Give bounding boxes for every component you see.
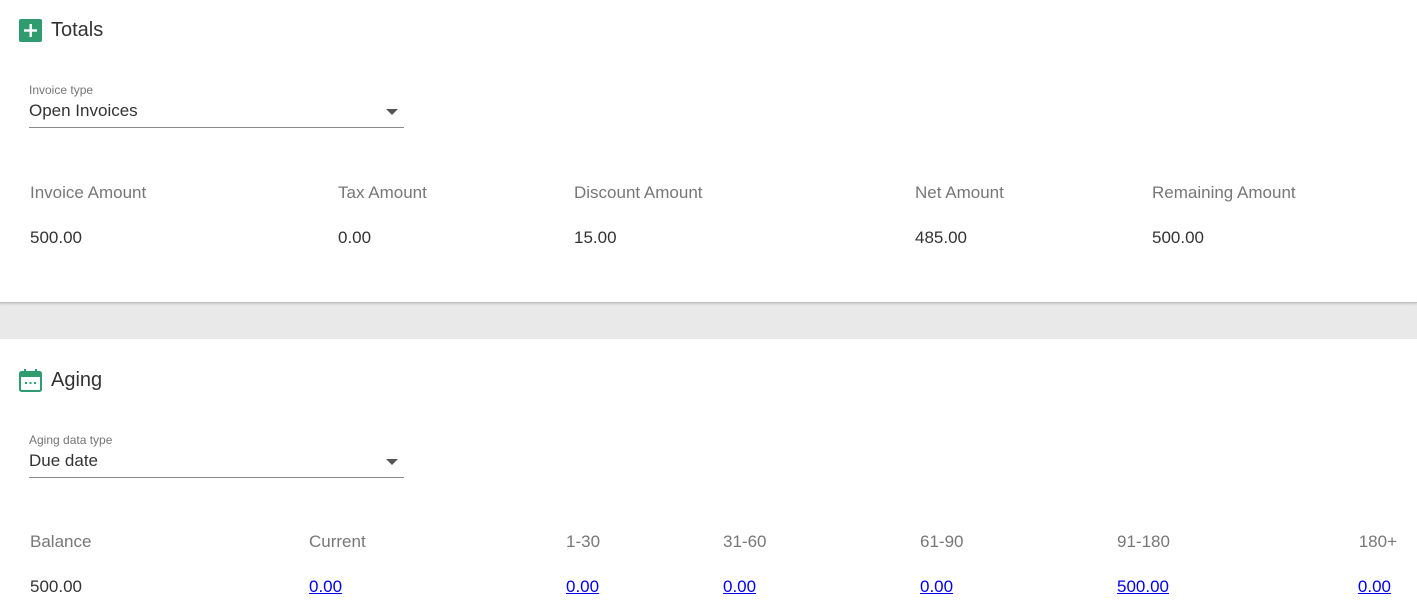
discount-amount-value: 15.00	[574, 228, 617, 247]
net-amount-value: 485.00	[915, 228, 967, 247]
aging-1-30-header: 1-30	[566, 532, 601, 551]
aging-180-plus-header: 180+	[1358, 532, 1397, 551]
current-header: Current	[309, 532, 366, 551]
invoice-amount-value: 500.00	[30, 228, 82, 247]
invoice-amount-header: Invoice Amount	[30, 183, 147, 202]
totals-title: Totals	[51, 19, 104, 41]
plus-square-icon[interactable]	[19, 18, 42, 42]
calendar-icon[interactable]	[19, 368, 42, 392]
invoice-type-value[interactable]: Open Invoices	[29, 100, 404, 127]
aging-61-90-value-link[interactable]: 0.00	[920, 577, 953, 597]
remaining-amount-header: Remaining Amount	[1152, 183, 1296, 202]
discount-amount-header: Discount Amount	[574, 183, 703, 202]
current-value-link[interactable]: 0.00	[309, 577, 342, 597]
chevron-down-icon[interactable]	[386, 109, 398, 115]
net-amount-header: Net Amount	[915, 183, 1004, 202]
aging-1-30-value-link[interactable]: 0.00	[566, 577, 599, 597]
aging-title: Aging	[51, 369, 103, 391]
aging-data-type-value[interactable]: Due date	[29, 450, 404, 477]
remaining-amount-value: 500.00	[1152, 228, 1204, 247]
invoice-type-label: Invoice type	[29, 83, 94, 97]
aging-31-60-value-link[interactable]: 0.00	[723, 577, 756, 597]
tax-amount-value: 0.00	[338, 228, 372, 247]
aging-31-60-header: 31-60	[723, 532, 767, 551]
aging-91-180-header: 91-180	[1117, 532, 1170, 551]
section-divider	[0, 303, 1417, 339]
totals-section: Totals Invoice type Open Invoices Invoic…	[0, 0, 1417, 303]
aging-61-90-header: 61-90	[920, 532, 964, 551]
aging-180-plus-value-link[interactable]: 0.00	[1358, 577, 1391, 597]
aging-91-180-value-link[interactable]: 500.00	[1117, 577, 1169, 597]
aging-data-type-select[interactable]: Aging data type Due date	[29, 433, 404, 478]
balance-value: 500.00	[30, 577, 82, 596]
aging-header[interactable]: Aging	[19, 368, 102, 392]
aging-section: Aging Aging data type Due date Balance 5…	[0, 339, 1417, 612]
aging-data-type-label: Aging data type	[29, 433, 113, 447]
chevron-down-icon[interactable]	[386, 459, 398, 465]
invoice-type-select[interactable]: Invoice type Open Invoices	[29, 83, 404, 128]
tax-amount-header: Tax Amount	[338, 183, 427, 202]
balance-header: Balance	[30, 532, 92, 551]
totals-header[interactable]: Totals	[19, 18, 103, 42]
